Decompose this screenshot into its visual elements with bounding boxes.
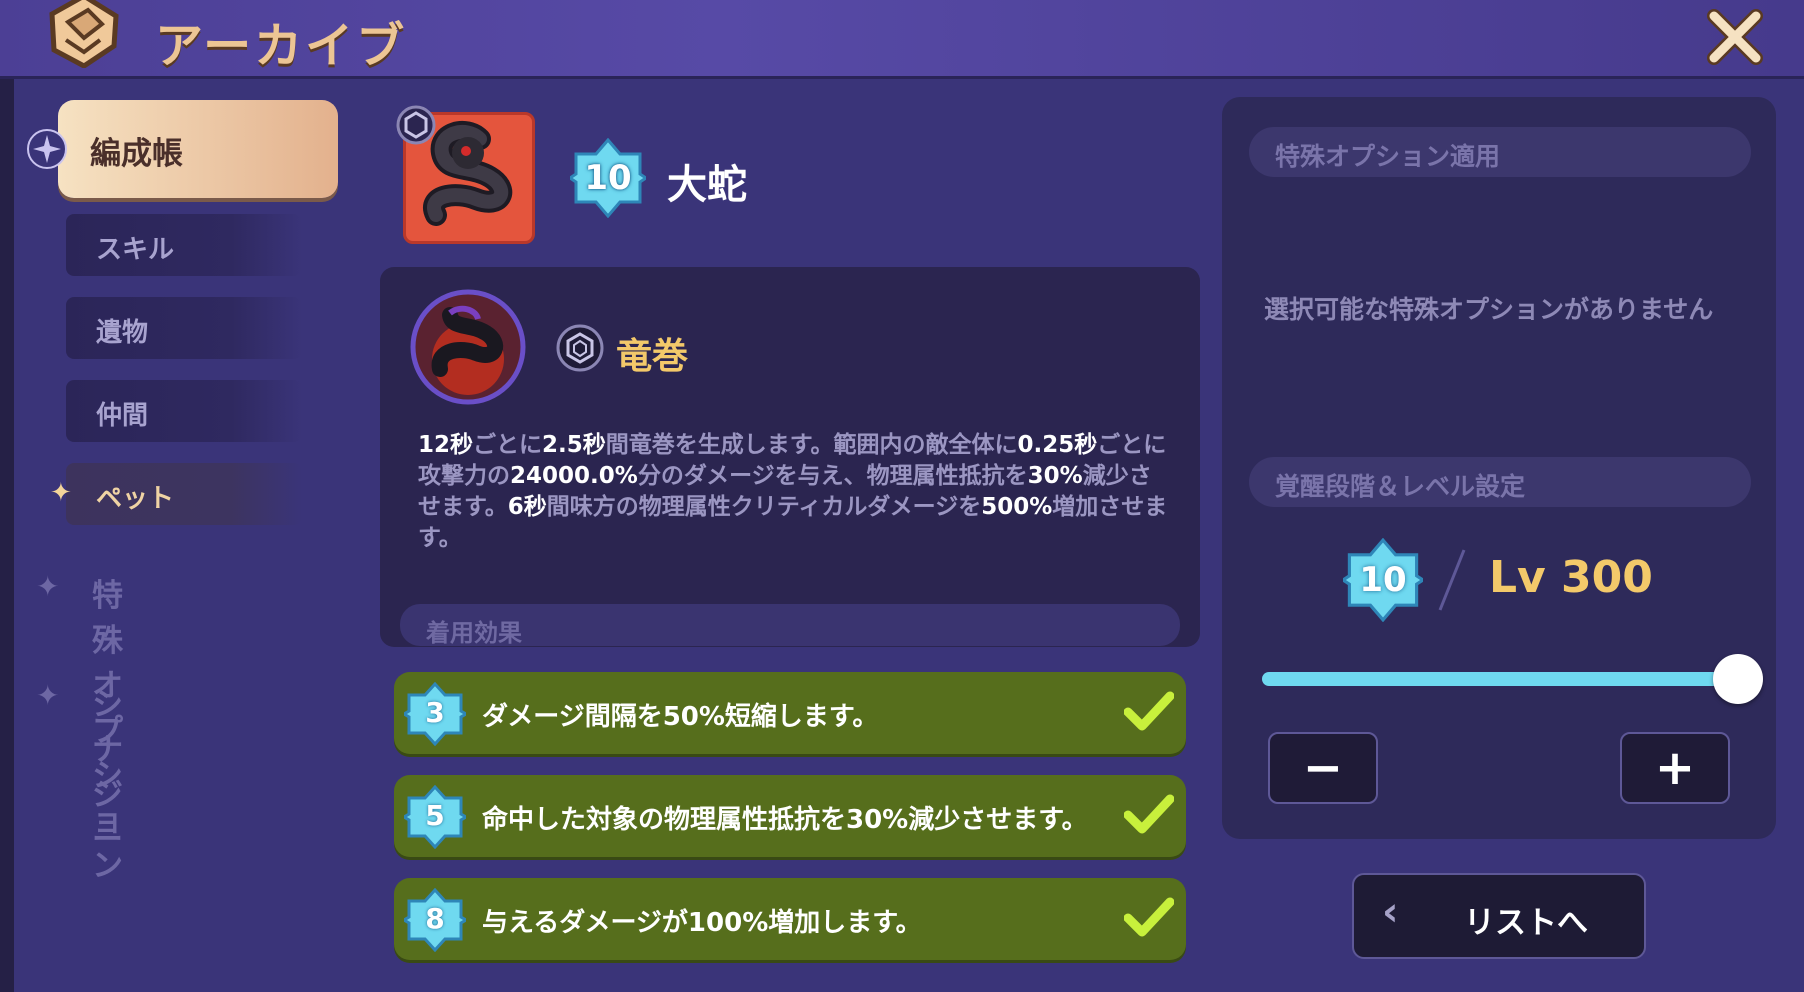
decrease-level-button[interactable]: − xyxy=(1268,732,1378,804)
left-rail xyxy=(0,79,14,992)
sidebar-item-label: スキル xyxy=(96,235,175,265)
effect-level: 5 xyxy=(425,799,445,832)
compass-star-icon xyxy=(27,129,67,169)
shield-gem-icon xyxy=(396,105,436,145)
effect-level: 8 xyxy=(425,902,445,935)
skill-name: 竜巻 xyxy=(616,336,689,377)
level-slider-thumb[interactable] xyxy=(1713,654,1763,704)
back-to-list-label: リストへ xyxy=(1464,905,1588,941)
shield-gem-icon xyxy=(556,324,604,372)
skill-desc-value: 6秒 xyxy=(507,494,547,520)
sidebar-item-label: 遺物 xyxy=(96,318,149,348)
slash-divider xyxy=(1438,549,1466,611)
skill-portrait-icon xyxy=(410,289,526,405)
sidebar-section-formation[interactable]: 編成帳 xyxy=(58,100,338,198)
plus-sparkle-icon: ✦ xyxy=(36,679,60,712)
effect-row: 8 与えるダメージが100%増加します。 xyxy=(394,878,1186,960)
effect-text: 与えるダメージが100%増加します。 xyxy=(482,908,922,938)
skill-desc-value: 0.25秒 xyxy=(1017,432,1098,458)
sidebar-item-relic[interactable]: 遺物 xyxy=(66,297,302,359)
skill-desc-text: 間竜巻を生成します。範囲内の敵全体に xyxy=(605,432,1018,458)
skill-desc-value: 12秒 xyxy=(418,432,474,458)
plus-icon: + xyxy=(1654,740,1696,796)
awakening-number: 10 xyxy=(584,158,632,198)
fist-emblem-icon xyxy=(49,0,119,68)
effect-level: 3 xyxy=(425,696,445,729)
increase-level-button[interactable]: + xyxy=(1620,732,1730,804)
skill-desc-text: 分のダメージを与え、物理属性抵抗を xyxy=(637,463,1028,489)
sidebar-category-label: シナジー xyxy=(92,687,123,858)
no-option-message: 選択可能な特殊オプションがありません xyxy=(1264,295,1714,324)
awakening-number: 10 xyxy=(1359,560,1407,600)
chevron-left-icon: ‹ xyxy=(1382,889,1399,935)
minus-icon: − xyxy=(1302,740,1344,796)
check-icon xyxy=(1124,691,1174,731)
check-icon xyxy=(1124,794,1174,834)
skill-desc-text: ごとに xyxy=(473,432,543,458)
sidebar-item-skill[interactable]: スキル xyxy=(66,214,302,276)
check-icon xyxy=(1124,897,1174,937)
skill-desc-value: 2.5秒 xyxy=(542,432,606,458)
special-option-header-label: 特殊オプション適用 xyxy=(1275,142,1501,171)
pet-name: 大蛇 xyxy=(667,162,747,208)
effect-row: 5 命中した対象の物理属性抵抗を30%減少させます。 xyxy=(394,775,1186,857)
skill-description: 12秒ごとに2.5秒間竜巻を生成します。範囲内の敵全体に0.25秒ごとに攻撃力の… xyxy=(418,430,1170,554)
close-icon[interactable] xyxy=(1704,6,1766,68)
effect-row: 3 ダメージ間隔を50%短縮します。 xyxy=(394,672,1186,754)
active-star-icon: ✦ xyxy=(50,478,72,508)
skill-desc-value: 500% xyxy=(981,494,1053,520)
level-setting-header-label: 覚醒段階＆レベル設定 xyxy=(1275,472,1526,501)
level-setting-header: 覚醒段階＆レベル設定 xyxy=(1249,457,1751,507)
skill-desc-text: 間味方の物理属性クリティカルダメージを xyxy=(546,494,982,520)
awakening-star-badge: 10 xyxy=(1343,538,1423,622)
skill-desc-value: 30% xyxy=(1027,463,1083,489)
back-to-list-button[interactable]: ‹ リストへ xyxy=(1352,873,1646,959)
sidebar-item-label: 仲間 xyxy=(96,401,149,431)
sidebar-section-label: 編成帳 xyxy=(90,136,183,172)
special-option-header: 特殊オプション適用 xyxy=(1249,127,1751,177)
equip-effect-label: 着用効果 xyxy=(426,619,522,647)
sidebar-item-label: ペット xyxy=(96,484,175,514)
effect-text: 命中した対象の物理属性抵抗を30%減少させます。 xyxy=(482,805,1088,835)
level-value: Lv 300 xyxy=(1489,552,1653,603)
effect-text: ダメージ間隔を50%短縮します。 xyxy=(482,702,879,732)
skill-desc-value: 24000.0% xyxy=(510,463,638,489)
awakening-star-badge: 10 xyxy=(570,138,646,218)
plus-sparkle-icon: ✦ xyxy=(36,570,60,603)
page-title: アーカイブ xyxy=(155,18,408,74)
sidebar-item-pet[interactable]: ペット xyxy=(66,463,302,525)
sidebar-item-companion[interactable]: 仲間 xyxy=(66,380,302,442)
level-slider-track[interactable] xyxy=(1262,672,1738,686)
